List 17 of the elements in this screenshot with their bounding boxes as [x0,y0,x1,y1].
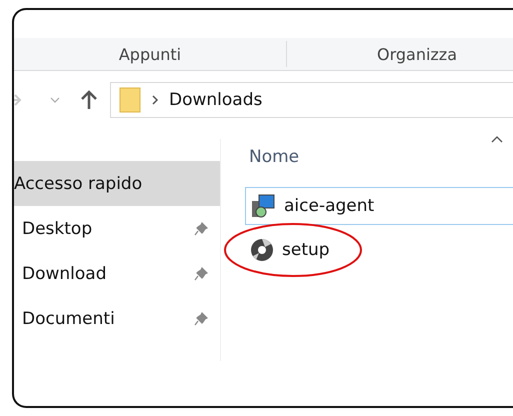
sidebar-item[interactable]: Accesso rapido [14,161,220,206]
installer-icon [250,193,276,219]
file-item[interactable]: aice-agent [245,187,513,225]
disc-icon [250,238,274,262]
file-item[interactable]: setup [245,231,513,269]
folder-icon [119,87,141,113]
up-arrow-icon[interactable] [80,90,98,110]
ribbon-group-label: Organizza [376,44,458,64]
sidebar-item[interactable]: Download [14,251,220,296]
address-path: Downloads [169,90,262,110]
address-bar[interactable]: Downloads [110,82,513,118]
chevron-down-icon[interactable] [50,96,60,104]
sidebar-item[interactable]: Documenti [14,296,220,341]
sidebar-item[interactable]: Desktop [14,206,220,251]
ribbon-group-label: Appunti [118,44,182,64]
chevron-right-icon [151,95,159,105]
column-header[interactable]: Nome [249,147,300,167]
